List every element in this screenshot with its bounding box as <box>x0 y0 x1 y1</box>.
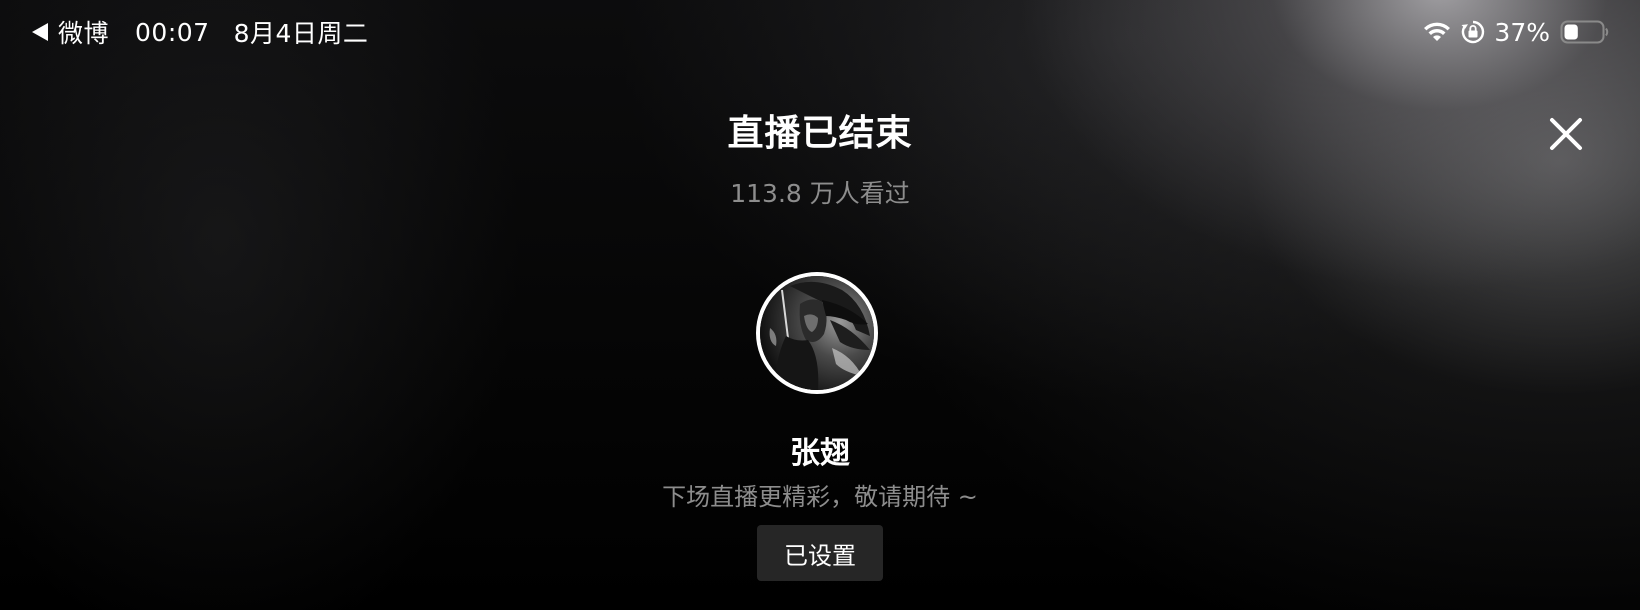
reminder-set-label: 已设置 <box>784 541 856 570</box>
live-ended-screen: 微博 00:07 8月4日周二 37% 直播已结束 113.8 万人看过 张翅 … <box>0 0 1640 610</box>
status-time: 00:07 <box>135 17 210 47</box>
wifi-icon <box>1422 21 1452 43</box>
status-date: 8月4日周二 <box>233 19 369 48</box>
battery-percent: 37% <box>1494 17 1550 47</box>
viewer-count: 113.8 万人看过 <box>730 179 910 208</box>
status-bar-right: 37% <box>1422 14 1610 50</box>
battery-icon <box>1560 19 1610 45</box>
orientation-lock-icon <box>1460 19 1486 45</box>
status-bar-left: 微博 00:07 8月4日周二 <box>32 14 368 50</box>
reminder-set-button[interactable]: 已设置 <box>757 525 883 581</box>
close-icon <box>1550 118 1582 150</box>
host-name[interactable]: 张翅 <box>0 428 1640 472</box>
close-button[interactable] <box>1546 114 1586 154</box>
page-title: 直播已结束 <box>727 113 913 154</box>
back-arrow-icon[interactable] <box>32 23 48 41</box>
avatar-image <box>760 276 874 390</box>
host-avatar[interactable] <box>756 272 878 394</box>
back-app-label[interactable]: 微博 <box>58 14 109 50</box>
next-live-hint: 下场直播更精彩，敬请期待 ~ <box>662 483 978 511</box>
